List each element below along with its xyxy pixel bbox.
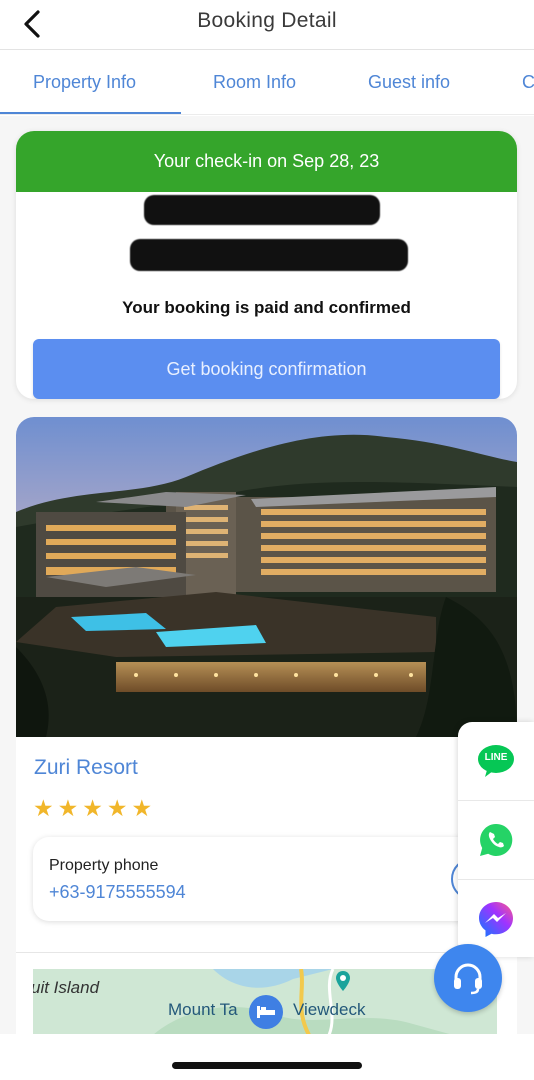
phone-label: Property phone [49,857,159,874]
star-icon: ★ [57,795,79,821]
map-label-viewdeck: Viewdeck [293,1000,366,1019]
property-card: Zuri Resort ★ ★ ★ ★ ★ Property phone +63… [16,417,517,1034]
redacted-pin [130,239,408,271]
active-tab-indicator [0,112,181,114]
star-icon: ★ [33,795,54,821]
location-map[interactable]: uit Island Mount Ta Viewdeck [33,969,497,1034]
page-title: Booking Detail [197,9,337,32]
messenger-icon [479,902,513,937]
tab-room-info[interactable]: Room Info [213,51,296,113]
line-icon: LINE [477,744,515,778]
hotel-bed-icon [249,995,283,1029]
tab-bar: Property Info Room Info Guest info C [0,51,534,115]
checkin-banner: Your check-in on Sep 28, 23 [16,131,517,192]
star-icon: ★ [106,795,128,821]
property-name[interactable]: Zuri Resort [34,756,138,780]
star-icon: ★ [131,795,153,821]
booking-status-card: Your check-in on Sep 28, 23 Your booking… [16,131,517,399]
property-photo [16,417,517,737]
star-rating: ★ ★ ★ ★ ★ [33,797,152,820]
whatsapp-icon [480,823,513,856]
headset-icon [454,963,482,995]
star-icon: ★ [82,795,103,821]
scroll-content[interactable]: Your check-in on Sep 28, 23 Your booking… [0,116,534,1034]
tab-property-info[interactable]: Property Info [33,51,136,113]
whatsapp-chat-button[interactable] [458,801,534,879]
booking-status-text: Your booking is paid and confirmed [122,298,411,317]
customer-support-button[interactable] [434,944,502,1012]
line-chat-button[interactable]: LINE [458,722,534,800]
top-bar: Booking Detail [0,0,534,50]
line-icon-label: LINE [484,752,508,763]
phone-number[interactable]: +63-9175555594 [49,882,186,903]
chat-channels-bar: LINE [458,722,534,957]
get-booking-confirmation-button[interactable]: Get booking confirmation [33,339,500,399]
map-label-mount: Mount Ta [168,1000,238,1019]
booking-detail-screen: Booking Detail Property Info Room Info G… [0,0,534,1080]
tab-guest-info[interactable]: Guest info [368,51,450,113]
home-indicator [172,1062,362,1069]
map-pin-icon [331,969,355,993]
tab-truncated[interactable]: C [522,51,534,113]
section-divider [16,952,517,953]
bottom-safe-area [0,1034,534,1080]
map-label-island: uit Island [33,978,100,997]
property-phone-box: Property phone +63-9175555594 [33,837,493,921]
redacted-booking-id [144,195,380,225]
